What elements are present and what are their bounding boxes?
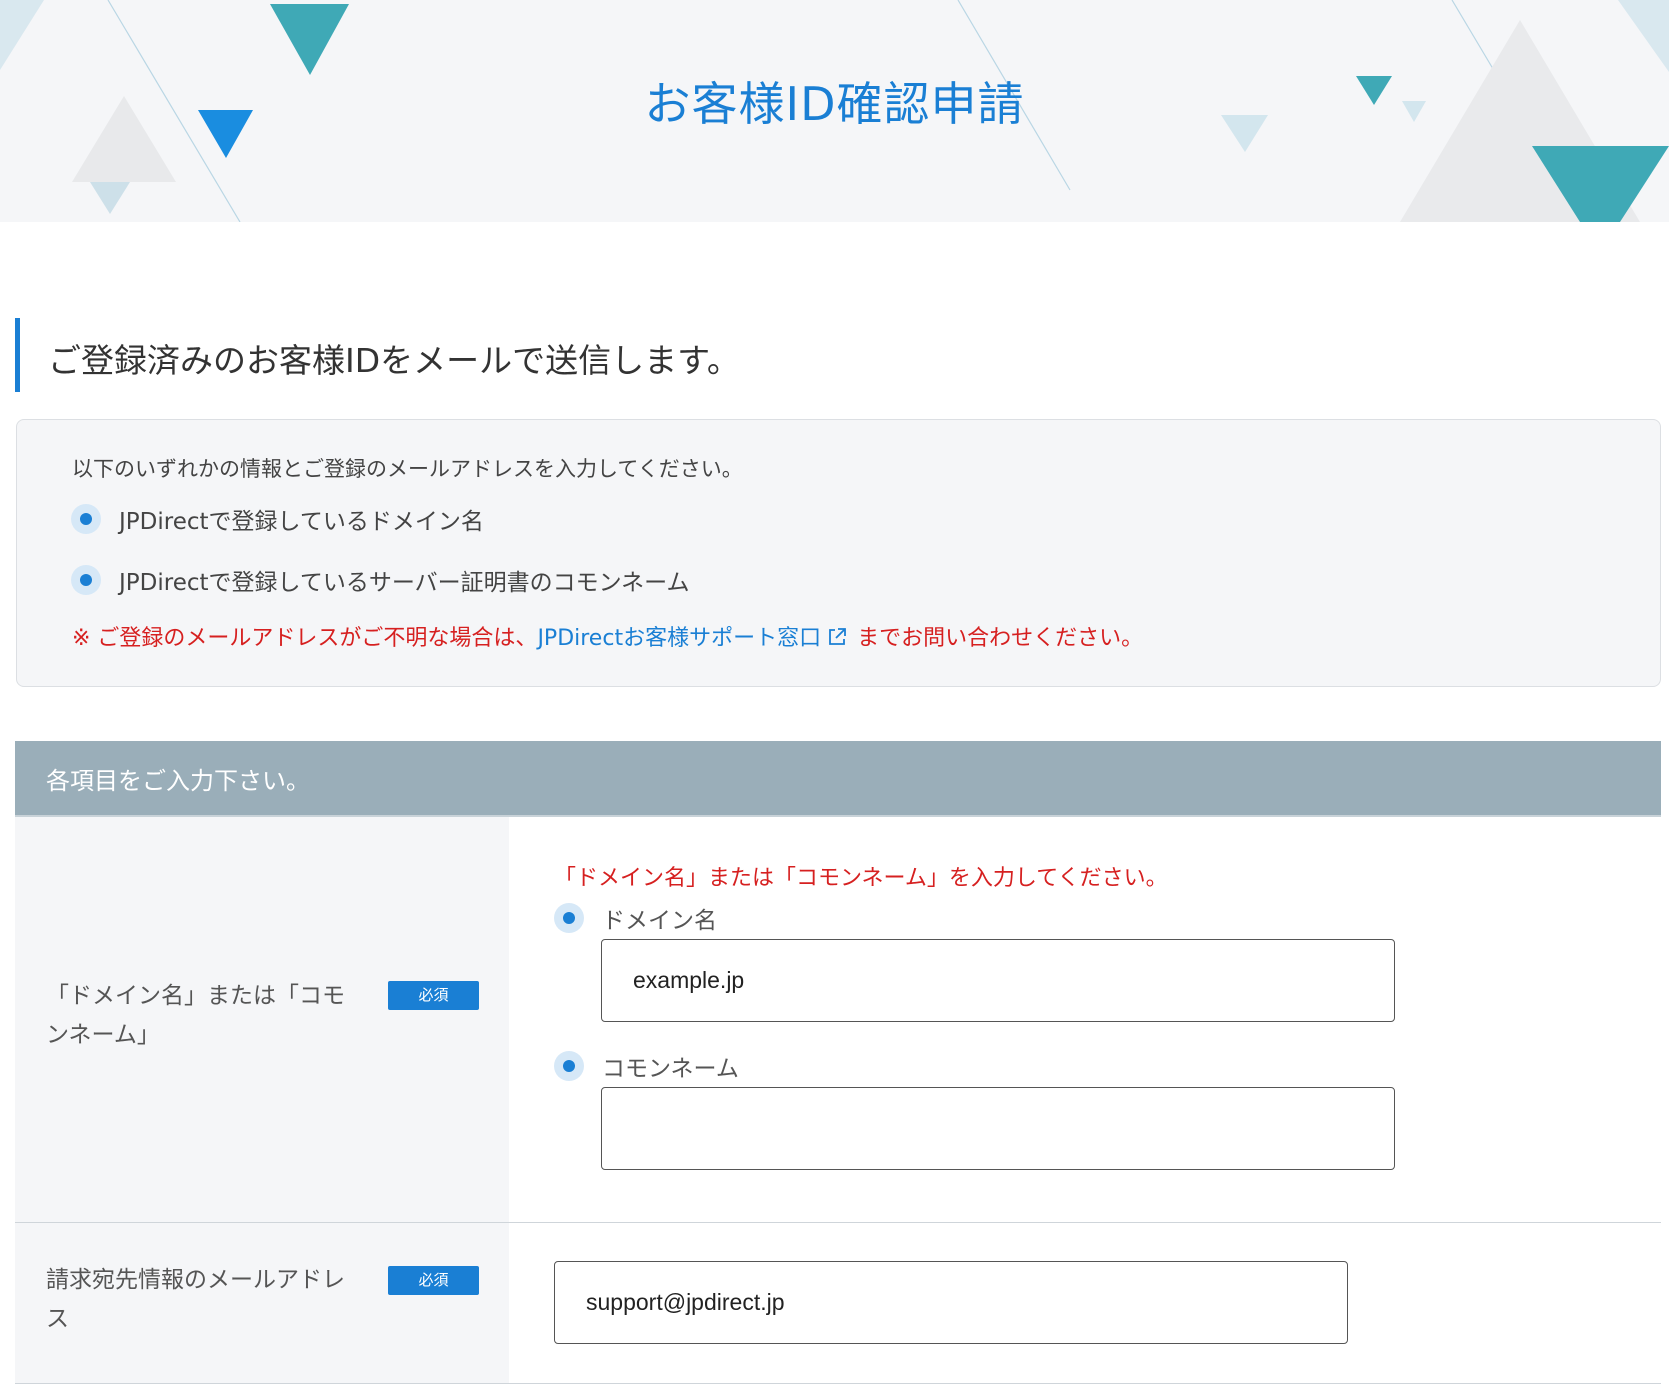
radio-domain-name[interactable]: ドメイン名 [554,901,717,935]
field-label-cell: 「ドメイン名」または「コモンネーム」 必須 [15,817,509,1222]
form-row-domain: 「ドメイン名」または「コモンネーム」 必須 「ドメイン名」または「コモンネーム」… [15,817,1661,1223]
external-link-icon[interactable] [827,627,847,647]
radio-domain-label[interactable]: ドメイン名 [602,901,717,935]
bullet-dot-icon [71,504,101,534]
radio-common-label[interactable]: コモンネーム [602,1049,739,1083]
radio-selected-icon[interactable] [554,1051,584,1081]
domain-name-input[interactable] [601,939,1395,1022]
page: お客様ID確認申請 ご登録済みのお客様IDをメールで送信します。 以下のいずれか… [0,0,1669,1384]
info-bullet-domain: JPDirectで登録しているドメイン名 [71,502,484,536]
support-notice: ※ ご登録のメールアドレスがご不明な場合は、JPDirectお客様サポート窓口 ま… [72,620,1143,652]
radio-selected-icon[interactable] [554,903,584,933]
field-input-cell: 「ドメイン名」または「コモンネーム」を入力してください。 ドメイン名 コモンネー… [509,817,1661,1222]
field-label: 請求宛先情報のメールアドレス [46,1267,345,1332]
field-error-message: 「ドメイン名」または「コモンネーム」を入力してください。 [554,866,1168,891]
info-box: 以下のいずれかの情報とご登録のメールアドレスを入力してください。 JPDirec… [16,419,1661,687]
page-title: お客様ID確認申請 [644,77,1025,131]
bullet-dot-icon [71,565,101,595]
radio-common-name[interactable]: コモンネーム [554,1049,739,1083]
field-label-cell: 請求宛先情報のメールアドレス 必須 [15,1223,509,1383]
required-badge: 必須 [388,1266,479,1295]
required-badge: 必須 [388,981,479,1010]
form-row-email: 請求宛先情報のメールアドレス 必須 [15,1223,1661,1384]
notice-prefix: ※ ご登録のメールアドレスがご不明な場合は、 [72,626,538,651]
info-bullet-text: JPDirectで登録しているドメイン名 [119,509,484,535]
support-link-text[interactable]: JPDirectお客様サポート窓口 [537,626,821,651]
info-bullet-common-name: JPDirectで登録しているサーバー証明書のコモンネーム [71,563,689,597]
email-input[interactable] [554,1261,1348,1344]
hero-banner: お客様ID確認申請 [0,0,1669,222]
notice-suffix: までお問い合わせください。 [857,626,1144,651]
field-label: 「ドメイン名」または「コモンネーム」 [46,983,345,1048]
info-bullet-text: JPDirectで登録しているサーバー証明書のコモンネーム [119,570,690,596]
form-header-text: 各項目をご入力下さい。 [46,767,310,795]
field-input-cell [509,1223,1661,1383]
form-header: 各項目をご入力下さい。 [15,741,1661,817]
section-heading: ご登録済みのお客様IDをメールで送信します。 [15,318,1620,392]
common-name-input[interactable] [601,1087,1395,1170]
support-link[interactable]: JPDirectお客様サポート窓口 [537,626,857,651]
info-intro: 以下のいずれかの情報とご登録のメールアドレスを入力してください。 [72,457,743,481]
section-heading-text: ご登録済みのお客様IDをメールで送信します。 [48,341,740,380]
